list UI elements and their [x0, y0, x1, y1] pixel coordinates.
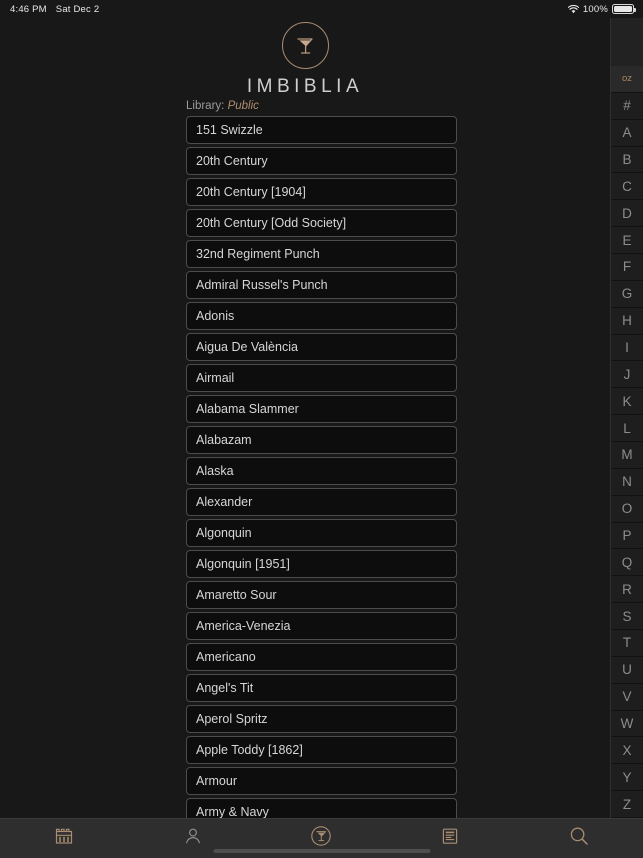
- list-item[interactable]: 20th Century [1904]: [186, 178, 457, 206]
- list-item[interactable]: Alabama Slammer: [186, 395, 457, 423]
- list-item[interactable]: Americano: [186, 643, 457, 671]
- index-letter-t[interactable]: T: [611, 630, 643, 657]
- index-letter-u[interactable]: U: [611, 656, 643, 684]
- status-time: 4:46 PM: [10, 3, 47, 15]
- list-item[interactable]: 151 Swizzle: [186, 116, 457, 144]
- index-letter-i[interactable]: I: [611, 334, 643, 362]
- index-letter-c[interactable]: C: [611, 173, 643, 201]
- index-letter-g[interactable]: G: [611, 280, 643, 308]
- index-letter-e[interactable]: E: [611, 227, 643, 255]
- list-item[interactable]: Airmail: [186, 364, 457, 392]
- index-letter-f[interactable]: F: [611, 254, 643, 281]
- index-letter-y[interactable]: Y: [611, 764, 643, 792]
- unit-toggle-oz[interactable]: oz: [611, 66, 643, 93]
- index-letter-z[interactable]: Z: [611, 791, 643, 819]
- search-icon: [568, 825, 590, 852]
- index-letter-d[interactable]: D: [611, 200, 643, 228]
- tab-search[interactable]: [514, 819, 643, 858]
- index-letter-h[interactable]: H: [611, 307, 643, 335]
- list-item[interactable]: America-Venezia: [186, 612, 457, 640]
- list-item[interactable]: Armour: [186, 767, 457, 795]
- list-item[interactable]: 20th Century [Odd Society]: [186, 209, 457, 237]
- app-header: IMBIBLIA: [0, 18, 610, 98]
- cocktail-glass-logo-icon: [281, 22, 329, 69]
- status-bar-right: 100%: [567, 3, 643, 15]
- index-letter-w[interactable]: W: [611, 710, 643, 738]
- wifi-icon: [567, 4, 580, 14]
- index-letter-m[interactable]: M: [611, 442, 643, 469]
- index-letter-l[interactable]: L: [611, 415, 643, 443]
- list-item[interactable]: Alaska: [186, 457, 457, 485]
- index-letter-a[interactable]: A: [611, 119, 643, 147]
- index-letter-p[interactable]: P: [611, 522, 643, 550]
- index-letter-s[interactable]: S: [611, 603, 643, 631]
- list-item[interactable]: Alabazam: [186, 426, 457, 454]
- index-letter-v[interactable]: V: [611, 683, 643, 711]
- tab-bar-shelf[interactable]: [0, 819, 129, 858]
- list-document-icon: [440, 826, 460, 851]
- app-root: 4:46 PM Sat Dec 2 100% IMBIBLIA Library:…: [0, 0, 643, 858]
- status-bar: 4:46 PM Sat Dec 2 100%: [0, 0, 643, 18]
- list-item[interactable]: 20th Century: [186, 147, 457, 175]
- battery-icon: [612, 4, 636, 14]
- status-bar-left: 4:46 PM Sat Dec 2: [0, 4, 99, 15]
- list-item[interactable]: Admiral Russel's Punch: [186, 271, 457, 299]
- page-title: IMBIBLIA: [246, 76, 364, 97]
- index-letter-r[interactable]: R: [611, 576, 643, 604]
- bar-cabinet-icon: [54, 826, 74, 851]
- list-item[interactable]: Alexander: [186, 488, 457, 516]
- alphabet-index[interactable]: oz # A B C D E F G H I J K L M N O P Q R S T U V W X Y Z: [610, 18, 643, 819]
- drink-list[interactable]: 151 Swizzle 20th Century 20th Century [190…: [186, 116, 457, 820]
- home-indicator: [213, 849, 430, 853]
- index-letter-b[interactable]: B: [611, 146, 643, 174]
- index-letter-x[interactable]: X: [611, 737, 643, 765]
- tab-bar[interactable]: [0, 818, 643, 858]
- list-item[interactable]: Aigua De València: [186, 333, 457, 361]
- index-letter-q[interactable]: Q: [611, 549, 643, 577]
- list-item[interactable]: Army & Navy: [186, 798, 457, 820]
- index-letter-#[interactable]: #: [611, 92, 643, 120]
- list-item[interactable]: Adonis: [186, 302, 457, 330]
- index-letter-j[interactable]: J: [611, 361, 643, 389]
- status-date: Sat Dec 2: [55, 3, 100, 15]
- index-letter-k[interactable]: K: [611, 388, 643, 416]
- library-label: Library:: [186, 100, 225, 112]
- list-item[interactable]: Amaretto Sour: [186, 581, 457, 609]
- list-item[interactable]: Algonquin [1951]: [186, 550, 457, 578]
- index-letter-o[interactable]: O: [611, 495, 643, 523]
- list-item[interactable]: Angel's Tit: [186, 674, 457, 702]
- library-selector[interactable]: Library: Public: [186, 100, 259, 112]
- list-item[interactable]: Apple Toddy [1862]: [186, 736, 457, 764]
- list-item[interactable]: Aperol Spritz: [186, 705, 457, 733]
- list-item[interactable]: 32nd Regiment Punch: [186, 240, 457, 268]
- index-letter-n[interactable]: N: [611, 468, 643, 496]
- library-value[interactable]: Public: [228, 100, 259, 112]
- person-icon: [183, 826, 203, 851]
- list-item[interactable]: Algonquin: [186, 519, 457, 547]
- cocktail-glass-circle-icon: [310, 825, 332, 852]
- battery-percent-label: 100%: [582, 3, 608, 15]
